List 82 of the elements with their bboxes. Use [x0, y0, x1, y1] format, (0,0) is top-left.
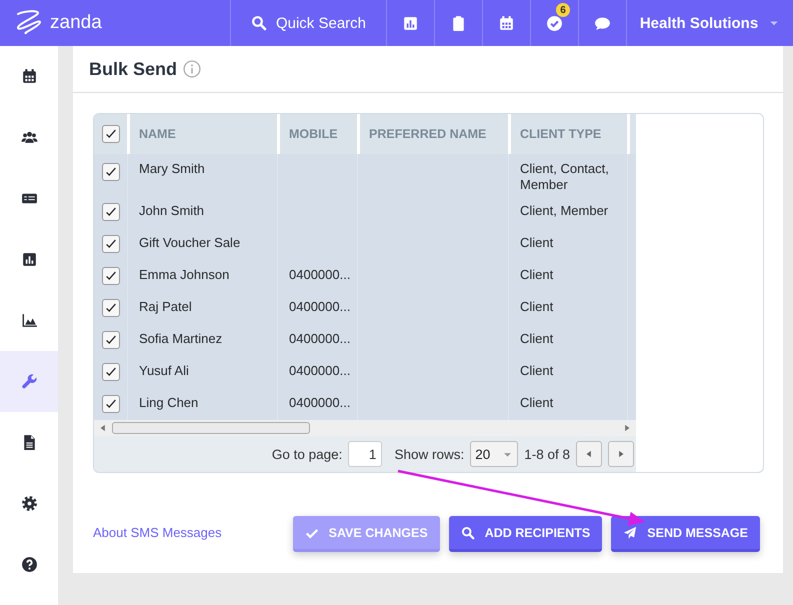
client-type-cell: Client, Contact, Member — [520, 161, 609, 192]
name-cell: John Smith — [139, 203, 204, 218]
info-icon — [183, 60, 202, 78]
checkmark-icon — [104, 397, 118, 411]
next-page-button[interactable] — [608, 441, 634, 467]
client-type-cell: Client, Member — [520, 203, 608, 218]
search-icon — [250, 15, 267, 31]
row-checkbox[interactable] — [102, 299, 120, 317]
page-input[interactable]: 1 — [348, 441, 382, 467]
name-cell: Sofia Martinez — [139, 331, 222, 346]
left-arrow-icon — [98, 423, 108, 433]
row-checkbox[interactable] — [102, 363, 120, 381]
bar-chart-icon — [20, 251, 38, 268]
table-row[interactable]: Yusuf Ali 0400000... Client — [94, 356, 636, 388]
client-type-cell: Client — [520, 395, 554, 410]
chat-icon — [594, 14, 611, 32]
table-row[interactable]: John Smith Client, Member — [94, 196, 636, 228]
logo-icon — [14, 10, 44, 36]
area-chart-icon — [20, 312, 38, 329]
name-cell: Yusuf Ali — [139, 363, 189, 378]
mobile-cell: 0400000... — [289, 363, 350, 378]
left-arrow-icon — [584, 449, 594, 459]
client-type-cell: Client — [520, 235, 554, 250]
clipboard-icon — [450, 14, 467, 32]
checkmark-icon — [104, 237, 118, 251]
rows-per-page-select[interactable]: 20 — [470, 441, 518, 467]
checkmark-icon — [104, 205, 118, 219]
select-all-checkbox[interactable] — [102, 125, 120, 143]
notification-badge: 6 — [556, 3, 570, 17]
row-checkbox[interactable] — [102, 235, 120, 253]
name-cell: Raj Patel — [139, 299, 192, 314]
checkmark-icon — [104, 269, 118, 283]
checkmark-icon — [104, 127, 118, 141]
table-row[interactable]: Ling Chen 0400000... Client — [94, 388, 636, 420]
row-checkbox[interactable] — [102, 267, 120, 285]
client-type-cell: Client — [520, 363, 554, 378]
paper-plane-icon — [623, 526, 638, 540]
show-rows-label: Show rows: — [394, 446, 464, 462]
brand-name: zanda — [50, 12, 102, 34]
page-range: 1-8 of 8 — [524, 446, 570, 462]
name-cell: Gift Voucher Sale — [139, 235, 240, 250]
table-row[interactable]: Mary Smith Client, Contact, Member — [94, 154, 636, 196]
client-type-cell: Client — [520, 299, 554, 314]
table-row[interactable]: Sofia Martinez 0400000... Client — [94, 324, 636, 356]
table-row[interactable]: Raj Patel 0400000... Client — [94, 292, 636, 324]
checkmark-icon — [104, 301, 118, 315]
right-arrow-icon — [616, 449, 626, 459]
mobile-cell: 0400000... — [289, 395, 350, 410]
users-icon — [20, 129, 38, 146]
calendar-icon — [20, 68, 38, 85]
name-cell: Emma Johnson — [139, 267, 230, 282]
mobile-cell: 0400000... — [289, 299, 350, 314]
mobile-cell: 0400000... — [289, 267, 350, 282]
checkmark-icon — [104, 365, 118, 379]
row-checkbox[interactable] — [102, 395, 120, 413]
action-button[interactable]: SEND MESSAGE — [611, 516, 760, 552]
row-checkbox[interactable] — [102, 203, 120, 221]
name-cell: Ling Chen — [139, 395, 198, 410]
name-cell: Mary Smith — [139, 161, 205, 176]
previous-page-button[interactable] — [576, 441, 602, 467]
about-sms-link[interactable]: About SMS Messages — [93, 525, 222, 540]
checkmark-icon — [104, 165, 118, 179]
check-circle-icon — [546, 14, 563, 32]
right-arrow-icon — [622, 423, 632, 433]
table-row[interactable]: Emma Johnson 0400000... Client — [94, 260, 636, 292]
help-icon — [20, 556, 38, 573]
go-to-page-label: Go to page: — [272, 446, 342, 462]
table-row[interactable]: Gift Voucher Sale Client — [94, 228, 636, 260]
calendar-icon — [498, 14, 515, 32]
bar-chart-icon — [402, 14, 419, 32]
action-button[interactable]: ADD RECIPIENTS — [448, 516, 602, 552]
client-type-cell: Client — [520, 267, 554, 282]
mobile-cell: 0400000... — [289, 331, 350, 346]
row-checkbox[interactable] — [102, 331, 120, 349]
scrollbar-thumb[interactable] — [112, 422, 310, 434]
row-checkbox[interactable] — [102, 163, 120, 181]
settings-icon — [20, 495, 38, 512]
page-title: Bulk Send — [89, 58, 178, 80]
client-type-cell: Client — [520, 331, 554, 346]
wrench-icon — [20, 373, 38, 390]
search-icon — [460, 526, 475, 540]
checkmark-icon — [104, 333, 118, 347]
